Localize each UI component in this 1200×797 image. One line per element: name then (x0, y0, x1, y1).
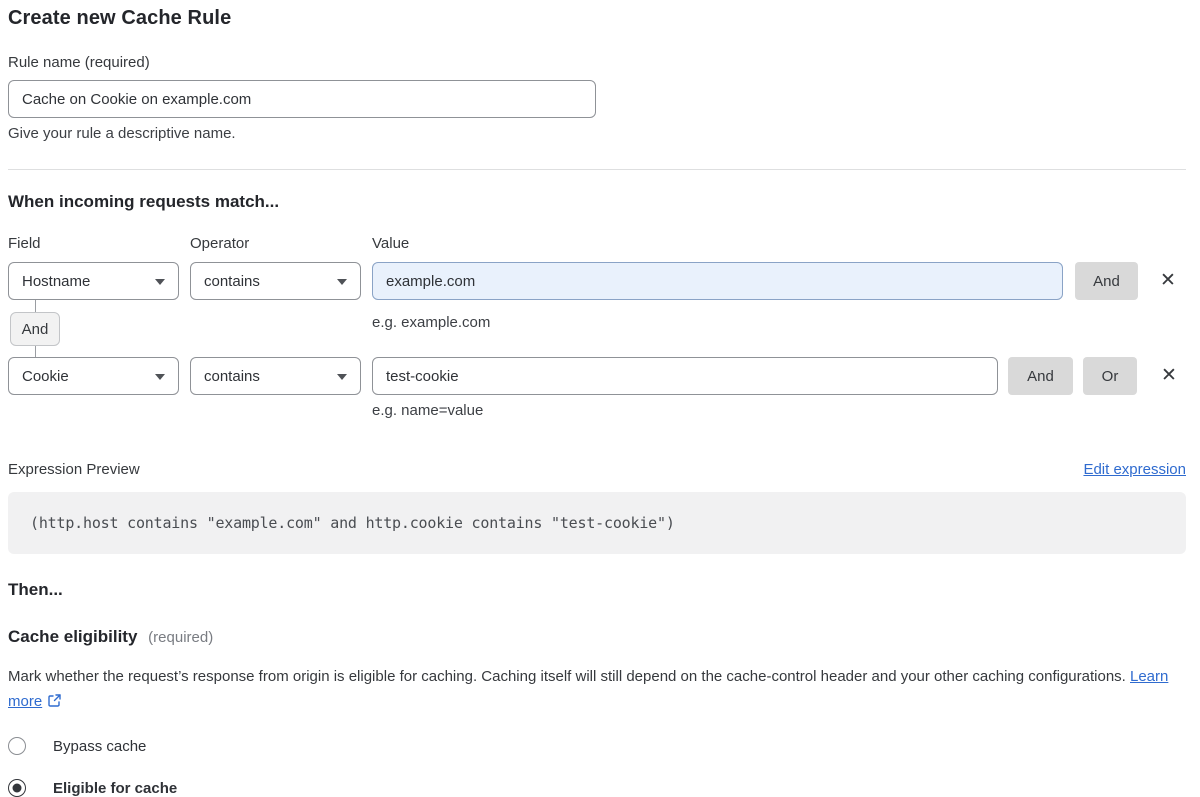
chevron-down-icon (155, 374, 165, 380)
condition-connector: And (10, 300, 60, 357)
cache-eligibility-description: Mark whether the request’s response from… (8, 664, 1186, 714)
condition-column-labels: Field Operator Value (8, 235, 1186, 252)
field-select-2-value: Cookie (22, 368, 69, 385)
radio-selected-icon[interactable] (8, 779, 26, 797)
expression-code-block: (http.host contains "example.com" and ht… (8, 492, 1186, 554)
match-heading: When incoming requests match... (8, 192, 1186, 212)
rule-name-helper: Give your rule a descriptive name. (8, 125, 1186, 142)
external-link-icon (47, 693, 62, 708)
option-label: Bypass cache (53, 738, 146, 755)
remove-condition-1-button[interactable]: ✕ (1154, 262, 1182, 300)
chevron-down-icon (155, 279, 165, 285)
create-cache-rule-page: Create new Cache Rule Rule name (require… (8, 0, 1186, 797)
option-label: Eligible for cache (53, 780, 177, 797)
field-select-1-value: Hostname (22, 273, 90, 290)
expression-code: (http.host contains "example.com" and ht… (30, 514, 675, 532)
connector-and-button[interactable]: And (10, 312, 60, 346)
operator-select-2[interactable]: contains (190, 357, 361, 395)
value-column-label: Value (372, 235, 409, 252)
field-select-2[interactable]: Cookie (8, 357, 179, 395)
field-column-label: Field (8, 235, 179, 252)
condition-row-2: Cookie contains And Or ✕ (8, 357, 1186, 395)
and-button-row-2[interactable]: And (1008, 357, 1073, 395)
page-title: Create new Cache Rule (8, 7, 1186, 30)
field-select-1[interactable]: Hostname (8, 262, 179, 300)
operator-select-1-value: contains (204, 273, 260, 290)
then-heading: Then... (8, 580, 1186, 600)
option-bypass-cache[interactable]: Bypass cache (8, 737, 1186, 755)
remove-condition-2-button[interactable]: ✕ (1155, 357, 1183, 395)
or-button-row-2[interactable]: Or (1083, 357, 1137, 395)
description-text: Mark whether the request’s response from… (8, 668, 1130, 685)
expression-preview-header: Expression Preview Edit expression (8, 461, 1186, 478)
operator-column-label: Operator (190, 235, 361, 252)
chevron-down-icon (337, 374, 347, 380)
close-icon: ✕ (1160, 270, 1176, 291)
chevron-down-icon (337, 279, 347, 285)
expression-preview-label: Expression Preview (8, 461, 140, 478)
radio-unselected-icon[interactable] (8, 737, 26, 755)
operator-select-1[interactable]: contains (190, 262, 361, 300)
connector-line-top (35, 300, 36, 312)
operator-select-2-value: contains (204, 368, 260, 385)
rule-name-input[interactable] (8, 80, 596, 118)
value-input-1[interactable] (372, 262, 1063, 300)
condition-row-1: Hostname contains And ✕ (8, 262, 1186, 300)
value-input-2[interactable] (372, 357, 998, 395)
rule-name-label: Rule name (required) (8, 54, 1186, 71)
between-rows: And e.g. example.com (8, 300, 1186, 357)
value-helper-2: e.g. name=value (372, 402, 1186, 419)
section-divider (8, 169, 1186, 170)
cache-eligibility-title: Cache eligibility (8, 627, 137, 646)
and-button-row-1[interactable]: And (1075, 262, 1138, 300)
required-badge: (required) (148, 629, 213, 646)
value-helper-1: e.g. example.com (372, 314, 490, 331)
option-eligible-for-cache[interactable]: Eligible for cache (8, 779, 1186, 797)
cache-eligibility-heading: Cache eligibility (required) (8, 627, 1186, 647)
close-icon: ✕ (1161, 365, 1177, 386)
edit-expression-link[interactable]: Edit expression (1083, 461, 1186, 478)
connector-line-bottom (35, 346, 36, 357)
